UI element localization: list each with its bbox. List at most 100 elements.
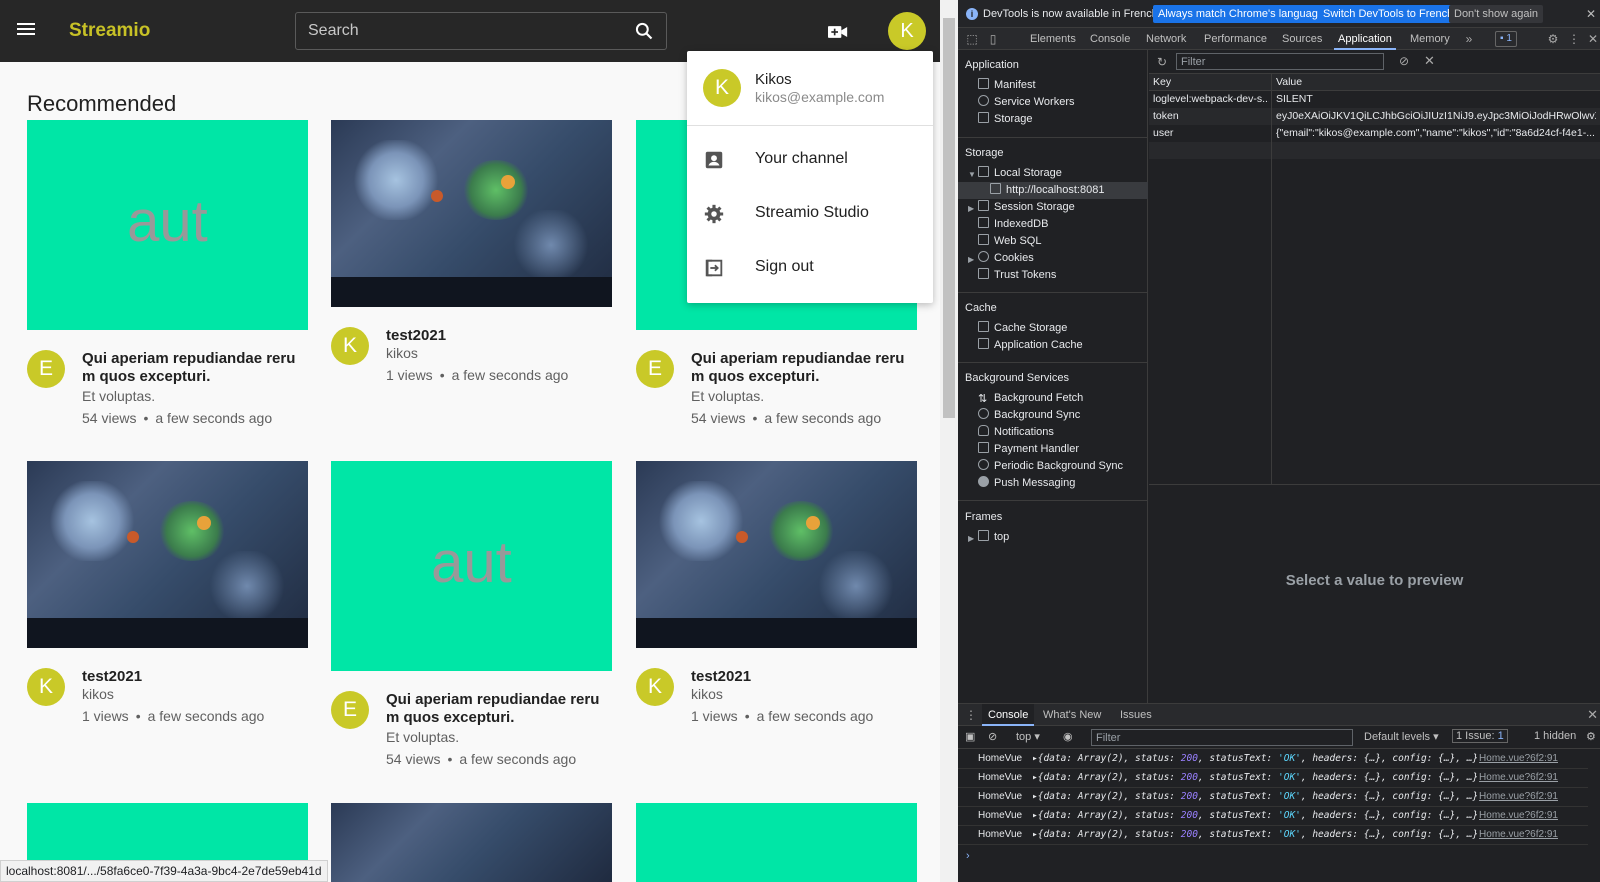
hamburger-menu-icon[interactable] [17, 21, 37, 41]
channel-avatar[interactable]: E [636, 350, 674, 388]
log-source-link[interactable]: Home.vue?6f2:91 [1479, 807, 1558, 825]
inspect-element-icon[interactable]: ⬚ [965, 32, 979, 46]
issues-badge[interactable]: ▪ 1 [1495, 31, 1517, 47]
console-filter-input[interactable] [1091, 729, 1353, 746]
channel-avatar[interactable]: K [636, 668, 674, 706]
video-card[interactable]: Ktest2021 kikos 1 views • a few seconds ago [636, 461, 917, 758]
channel-avatar[interactable]: E [331, 691, 369, 729]
page-scrollbar[interactable] [940, 0, 958, 882]
channel-avatar[interactable]: E [27, 350, 65, 388]
sidebar-item-trust-tokens[interactable]: Trust Tokens [978, 267, 1056, 284]
match-language-button[interactable]: Always match Chrome's language [1153, 5, 1329, 23]
channel-name[interactable]: Et voluptas. [386, 729, 459, 745]
log-source-link[interactable]: Home.vue?6f2:91 [1479, 788, 1558, 806]
tab-performance[interactable]: Performance [1200, 28, 1271, 50]
menu-item-studio[interactable]: Streamio Studio [687, 189, 933, 239]
sidebar-item-service-workers[interactable]: Service Workers [978, 94, 1074, 111]
column-header-key[interactable]: Key [1153, 74, 1171, 91]
video-camera-add-icon[interactable] [828, 24, 848, 40]
drawer-tab-console[interactable]: Console [982, 704, 1035, 726]
collapsed-triangle-icon[interactable]: ▶ [968, 255, 974, 264]
switch-french-button[interactable]: Switch DevTools to French [1318, 5, 1459, 23]
issues-counter[interactable]: 1 Issue: 1 [1452, 729, 1508, 743]
search-input[interactable] [296, 13, 616, 49]
user-avatar[interactable]: K [888, 12, 926, 50]
tab-console[interactable]: Console [1086, 28, 1134, 50]
video-thumbnail[interactable] [27, 461, 308, 648]
sidebar-item-manifest[interactable]: Manifest [978, 77, 1036, 94]
close-devtools-icon[interactable]: ✕ [1586, 32, 1600, 46]
sidebar-item-background-fetch[interactable]: ⇅ Background Fetch [978, 390, 1083, 407]
clear-console-icon[interactable]: ⊘ [988, 730, 997, 743]
search-icon[interactable] [634, 21, 654, 41]
sidebar-item-periodic-background-sync[interactable]: Periodic Background Sync [978, 458, 1123, 475]
refresh-icon[interactable]: ↻ [1157, 55, 1167, 69]
tab-network[interactable]: Network [1142, 28, 1190, 50]
log-message[interactable]: ▸{data: Array(2), status: 200, statusTex… [1032, 788, 1478, 806]
video-title[interactable]: test2021 [82, 668, 304, 686]
console-log-line[interactable]: HomeVue ▸{data: Array(2), status: 200, st… [958, 826, 1588, 845]
video-thumbnail[interactable] [636, 803, 917, 882]
delete-selected-icon[interactable]: ✕ [1424, 53, 1435, 69]
sidebar-item-payment-handler[interactable]: Payment Handler [978, 441, 1079, 458]
log-message[interactable]: ▸{data: Array(2), status: 200, statusTex… [1032, 826, 1478, 844]
log-levels-dropdown[interactable]: Default levels ▾ [1364, 730, 1439, 743]
sidebar-item-application-cache[interactable]: Application Cache [978, 337, 1083, 354]
more-tabs-icon[interactable]: » [1462, 32, 1476, 46]
sidebar-item-notifications[interactable]: Notifications [978, 424, 1054, 441]
device-toolbar-icon[interactable]: ▯ [986, 32, 1000, 46]
log-source-link[interactable]: Home.vue?6f2:91 [1479, 750, 1558, 768]
sidebar-item-cookies[interactable]: Cookies [978, 250, 1034, 267]
close-icon[interactable]: ✕ [1586, 7, 1596, 21]
channel-name[interactable]: kikos [386, 345, 418, 361]
sidebar-item-storage[interactable]: Storage [978, 111, 1033, 128]
log-message[interactable]: ▸{data: Array(2), status: 200, statusTex… [1032, 750, 1478, 768]
sidebar-item-push-messaging[interactable]: Push Messaging [978, 475, 1075, 492]
video-title[interactable]: Qui aperiam repudiandae reru m quos exce… [82, 350, 304, 386]
eye-icon[interactable]: ◉ [1063, 730, 1073, 743]
log-source-link[interactable]: Home.vue?6f2:91 [1479, 826, 1558, 844]
console-prompt-icon[interactable]: › [966, 850, 970, 862]
context-selector[interactable]: top ▾ [1016, 730, 1040, 743]
console-settings-icon[interactable]: ⚙ [1586, 730, 1596, 743]
sidebar-item-indexeddb[interactable]: IndexedDB [978, 216, 1048, 233]
sidebar-item-cache-storage[interactable]: Cache Storage [978, 320, 1067, 337]
column-header-value[interactable]: Value [1276, 74, 1302, 91]
sidebar-item-local-storage[interactable]: Local Storage [978, 165, 1062, 182]
video-thumbnail[interactable] [331, 803, 612, 882]
sidebar-item-frame-top[interactable]: top [978, 529, 1009, 546]
channel-avatar[interactable]: K [27, 668, 65, 706]
video-title[interactable]: test2021 [386, 327, 608, 345]
sidebar-item-background-sync[interactable]: Background Sync [978, 407, 1080, 424]
log-message[interactable]: ▸{data: Array(2), status: 200, statusTex… [1032, 807, 1478, 825]
storage-filter-input[interactable] [1176, 53, 1384, 70]
log-message[interactable]: ▸{data: Array(2), status: 200, statusTex… [1032, 769, 1478, 787]
tab-memory[interactable]: Memory [1406, 28, 1454, 50]
channel-avatar[interactable]: K [331, 327, 369, 365]
channel-name[interactable]: Et voluptas. [82, 388, 155, 404]
video-title[interactable]: test2021 [691, 668, 913, 686]
video-thumbnail[interactable]: aut [331, 461, 612, 671]
console-log-line[interactable]: HomeVue ▸{data: Array(2), status: 200, st… [958, 807, 1588, 826]
menu-item-your-channel[interactable]: Your channel [687, 135, 933, 185]
channel-name[interactable]: kikos [691, 686, 723, 702]
channel-name[interactable]: kikos [82, 686, 114, 702]
menu-item-sign-out[interactable]: Sign out [687, 243, 933, 293]
video-thumbnail[interactable] [636, 461, 917, 648]
log-source-link[interactable]: Home.vue?6f2:91 [1479, 769, 1558, 787]
drawer-menu-icon[interactable]: ⋮ [964, 708, 978, 722]
table-row[interactable]: user {"email":"kikos@example.com","name"… [1149, 125, 1600, 142]
video-card[interactable]: Ktest2021 kikos 1 views • a few seconds ago [331, 120, 612, 417]
tab-sources[interactable]: Sources [1278, 28, 1326, 50]
console-log-line[interactable]: HomeVue ▸{data: Array(2), status: 200, st… [958, 750, 1588, 769]
video-card[interactable]: aut E Qui aperiam repudiandae reru m quos … [27, 120, 308, 440]
drawer-tab-whats-new[interactable]: What's New [1037, 704, 1107, 726]
table-row[interactable]: token eyJ0eXAiOiJKV1QiLCJhbGciOiJIUzI1Ni… [1149, 108, 1600, 125]
console-log-line[interactable]: HomeVue ▸{data: Array(2), status: 200, st… [958, 788, 1588, 807]
drawer-tab-issues[interactable]: Issues [1114, 704, 1158, 726]
collapsed-triangle-icon[interactable]: ▶ [968, 534, 974, 543]
console-log-line[interactable]: HomeVue ▸{data: Array(2), status: 200, st… [958, 769, 1588, 788]
dont-show-again-button[interactable]: Don't show again [1449, 5, 1544, 23]
sidebar-item-session-storage[interactable]: Session Storage [978, 199, 1075, 216]
close-drawer-icon[interactable]: ✕ [1587, 707, 1598, 723]
